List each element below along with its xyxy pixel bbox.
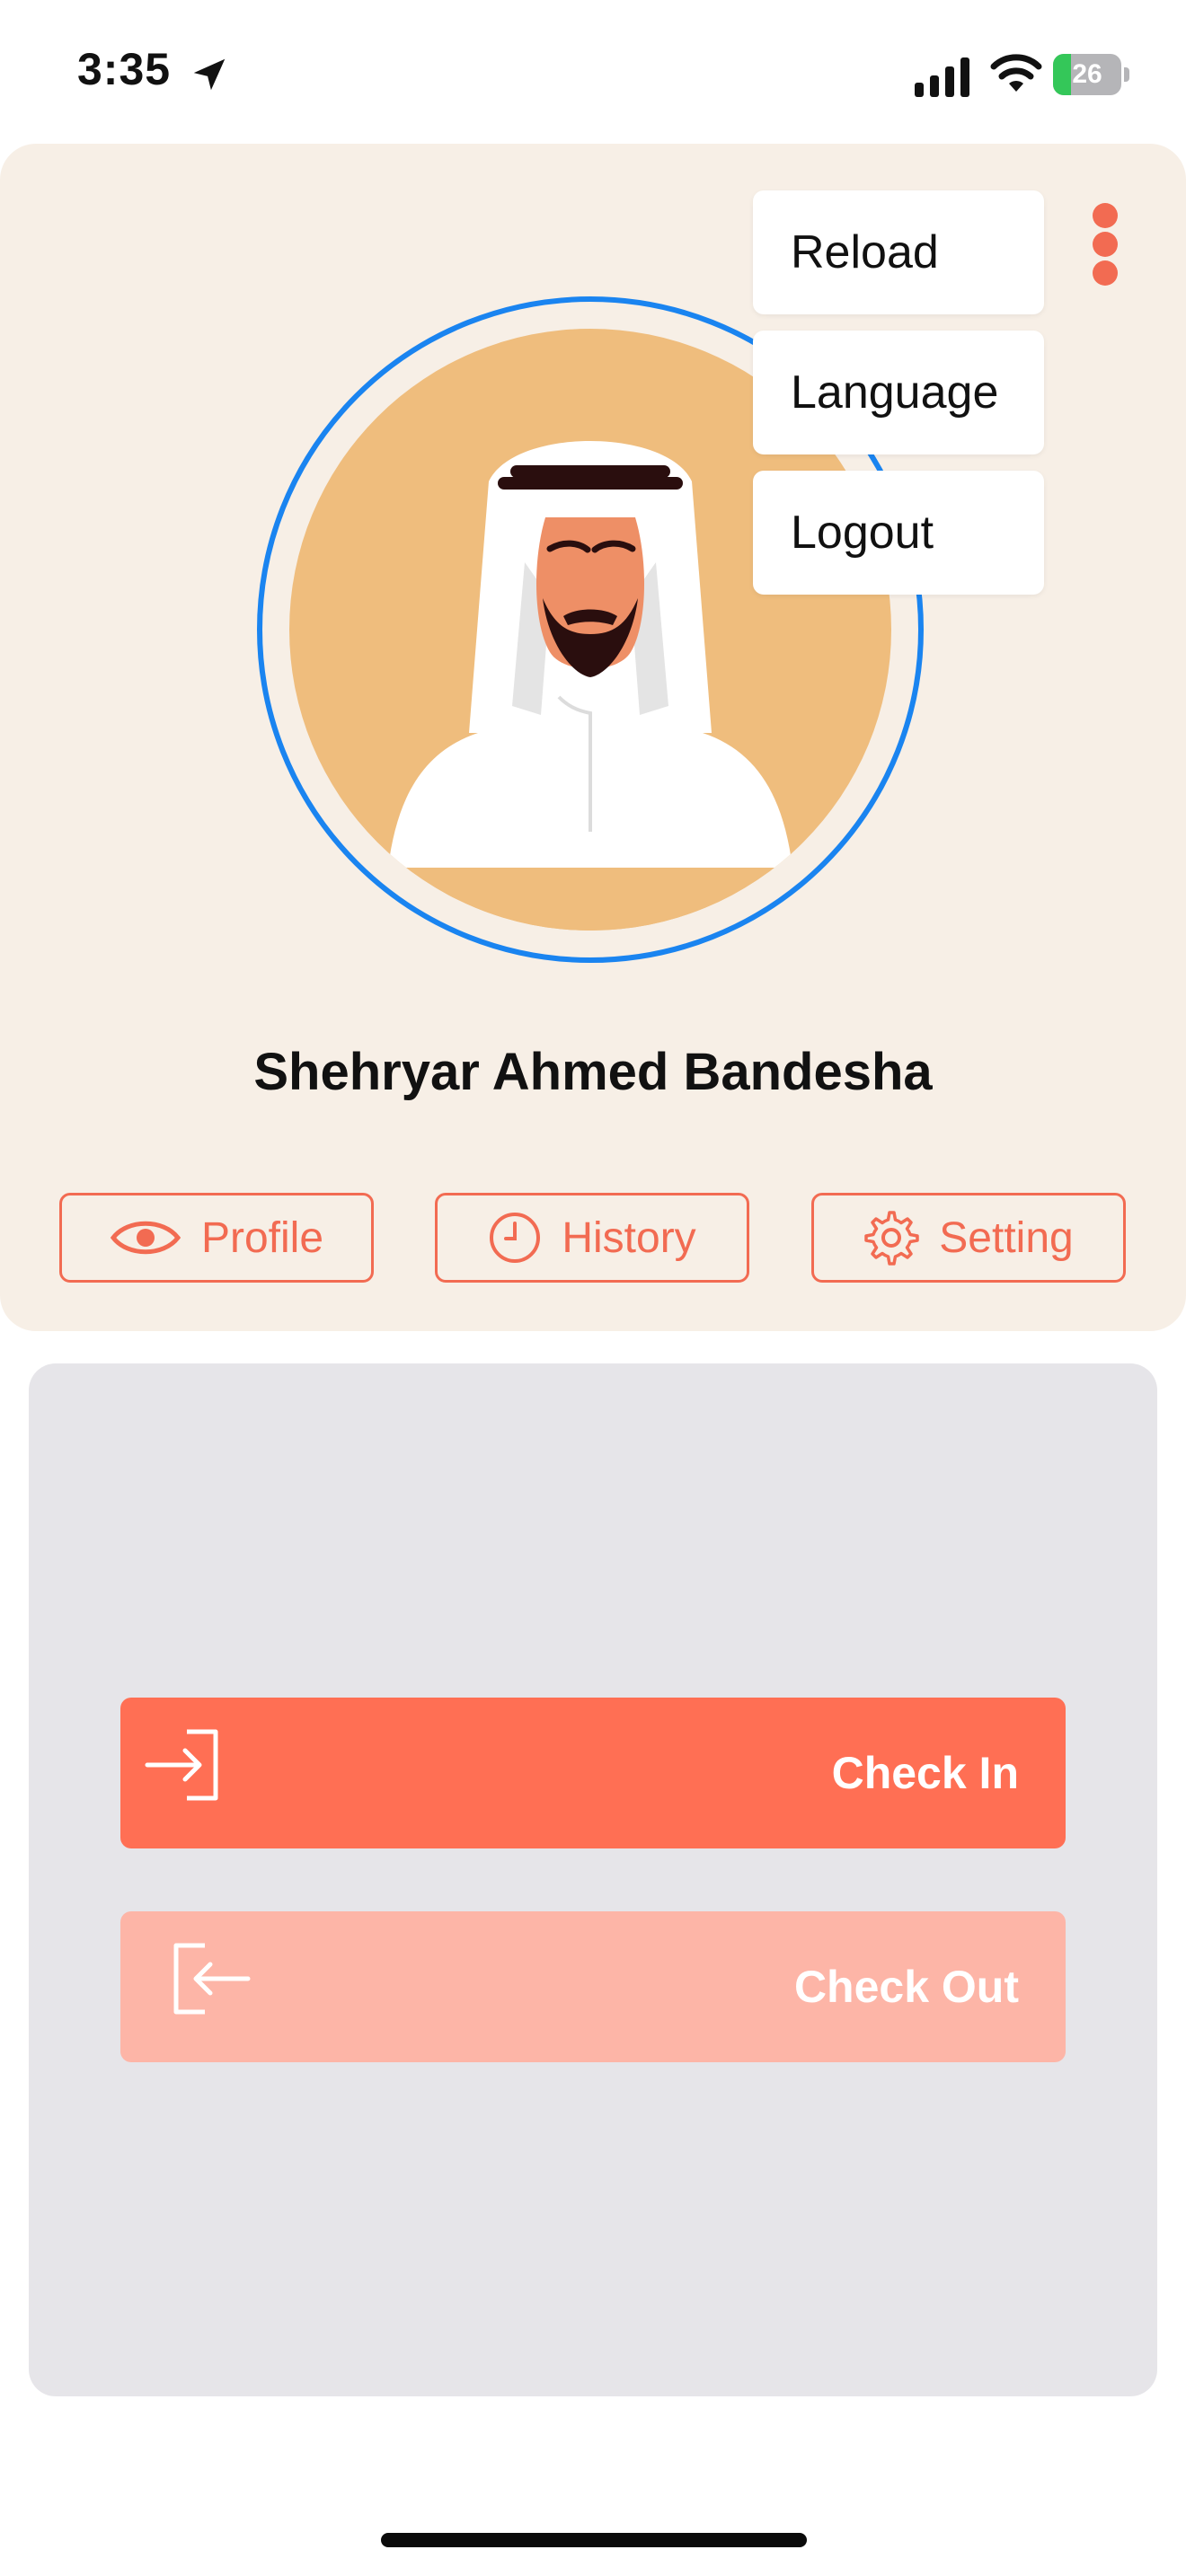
clock-icon <box>490 1213 541 1263</box>
more-menu-icon[interactable] <box>1087 199 1123 289</box>
profile-button[interactable]: Profile <box>59 1193 374 1283</box>
logout-icon <box>173 1943 251 2015</box>
check-in-label: Check In <box>831 1748 1019 1798</box>
location-arrow-icon <box>193 58 226 91</box>
home-indicator <box>381 2533 807 2547</box>
check-out-button[interactable]: Check Out <box>120 1911 1066 2062</box>
login-icon <box>145 1729 218 1801</box>
eye-icon <box>110 1221 181 1255</box>
history-button-label: History <box>562 1213 696 1262</box>
check-out-label: Check Out <box>793 1962 1019 2012</box>
menu-item-logout[interactable]: Logout <box>753 471 1044 595</box>
status-bar: 3:35 26 <box>0 0 1186 144</box>
setting-button[interactable]: Setting <box>811 1193 1126 1283</box>
battery-charging-icon: 26 <box>1053 54 1130 95</box>
profile-card: Shehryar Ahmed Bandesha Profile History … <box>0 144 1186 1331</box>
check-in-button[interactable]: Check In <box>120 1698 1066 1848</box>
cellular-signal-icon <box>915 57 969 97</box>
menu-item-language[interactable]: Language <box>753 331 1044 454</box>
history-button[interactable]: History <box>435 1193 749 1283</box>
status-time: 3:35 <box>77 44 172 94</box>
wifi-icon <box>990 54 1042 92</box>
battery-level: 26 <box>1072 59 1102 89</box>
setting-button-label: Setting <box>939 1213 1074 1262</box>
gear-icon <box>864 1211 920 1266</box>
profile-button-label: Profile <box>200 1213 324 1262</box>
attendance-panel: Check In Check Out <box>29 1363 1157 2396</box>
menu-item-reload[interactable]: Reload <box>753 190 1044 314</box>
user-name: Shehryar Ahmed Bandesha <box>253 1043 933 1101</box>
